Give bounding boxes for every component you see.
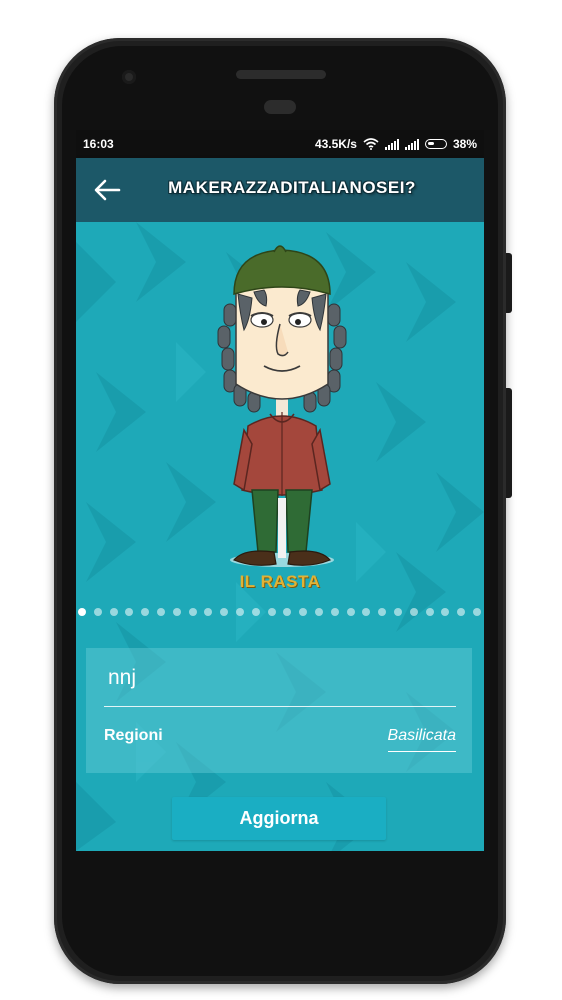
proximity-sensor bbox=[264, 100, 296, 114]
battery-percent: 38% bbox=[452, 137, 477, 151]
page-dot[interactable] bbox=[394, 608, 402, 616]
app-bar: MAKERAZZADITALIANOSEI? bbox=[76, 158, 484, 222]
page-dot[interactable] bbox=[267, 608, 276, 616]
page-dot[interactable] bbox=[409, 608, 418, 616]
page-dot[interactable] bbox=[299, 608, 308, 616]
page-dot[interactable] bbox=[315, 608, 323, 616]
regioni-select[interactable]: Basilicata bbox=[387, 727, 456, 752]
profile-form-card: nnj Regioni Basilicata bbox=[86, 648, 472, 773]
page-dot[interactable] bbox=[188, 608, 197, 616]
page-dot[interactable] bbox=[172, 608, 181, 616]
page-dot[interactable] bbox=[378, 608, 387, 616]
regioni-label: Regioni bbox=[104, 727, 163, 744]
network-speed: 43.5K/s bbox=[314, 137, 357, 151]
page-dot[interactable] bbox=[78, 608, 86, 616]
page-dot[interactable] bbox=[93, 608, 102, 616]
power-button bbox=[506, 253, 512, 313]
status-icons: 43.5K/s 38% bbox=[315, 137, 477, 151]
name-input[interactable]: nnj bbox=[108, 666, 136, 690]
page-dot[interactable] bbox=[251, 608, 260, 616]
wifi-icon bbox=[363, 138, 379, 150]
status-bar: 16:03 43.5K/s 38% bbox=[76, 130, 484, 158]
app-title: MAKERAZZADITALIANOSEI? bbox=[168, 178, 416, 197]
character-illustration bbox=[217, 245, 347, 567]
page-dot[interactable] bbox=[330, 608, 339, 616]
front-camera bbox=[122, 70, 136, 84]
page-dot[interactable] bbox=[346, 608, 355, 616]
main-content: IL RASTA nnj Regioni Basilicata Aggiorna bbox=[76, 222, 484, 851]
volume-button bbox=[506, 388, 512, 498]
page-dot[interactable] bbox=[457, 608, 466, 616]
page-dot[interactable] bbox=[441, 608, 450, 616]
character-name: IL RASTA bbox=[239, 572, 321, 591]
page-dot[interactable] bbox=[362, 608, 371, 616]
page-dot[interactable] bbox=[157, 608, 165, 616]
earpiece-speaker bbox=[236, 70, 326, 79]
page-dot[interactable] bbox=[141, 608, 150, 616]
page-dot[interactable] bbox=[236, 608, 244, 616]
screen: 16:03 43.5K/s 38% MAKERAZZADITALIANOSEI? bbox=[76, 130, 484, 851]
page-dot[interactable] bbox=[283, 608, 292, 616]
page-dot[interactable] bbox=[204, 608, 213, 616]
page-dot[interactable] bbox=[425, 608, 434, 616]
page-dot[interactable] bbox=[125, 608, 134, 616]
page-indicator bbox=[76, 604, 484, 618]
battery-icon bbox=[424, 139, 447, 149]
page-dot[interactable] bbox=[109, 608, 118, 616]
name-input-underline bbox=[104, 706, 456, 707]
aggiorna-button[interactable]: Aggiorna bbox=[172, 797, 386, 840]
signal-icon bbox=[384, 138, 399, 150]
status-time: 16:03 bbox=[83, 137, 114, 151]
page-dot[interactable] bbox=[220, 608, 229, 616]
signal-icon-2 bbox=[404, 138, 419, 150]
page-dot[interactable] bbox=[473, 608, 481, 616]
